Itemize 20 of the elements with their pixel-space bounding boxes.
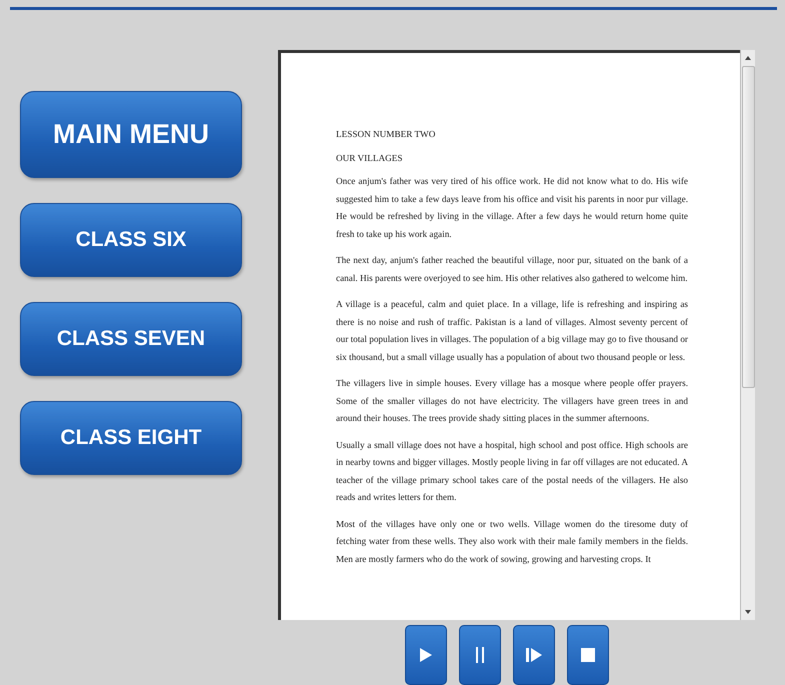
- lesson-heading: LESSON NUMBER TWO: [336, 128, 436, 141]
- step-forward-button[interactable]: [512, 625, 554, 685]
- scroll-thumb[interactable]: [742, 66, 754, 388]
- menu-button[interactable]: CLASS SIX: [20, 203, 242, 277]
- paragraph: Most of the villages have only one or two wells. Village women do the tiresome duty of fetching water from these wells. They also work with their male family members in the fields. Men are mostly farmers who do the work of sowing, growing and harvesting crops. It: [336, 518, 688, 566]
- lesson-title: OUR VILLAGES: [336, 152, 404, 164]
- pause-button[interactable]: [458, 625, 500, 685]
- paragraph: The villagers live in simple houses. Every village has a mosque where people offer prayers. Some of the smaller villages do not have electricity. The villagers have green trees in and around their houses. The trees provide shady sitting places in the summer afternoons.: [336, 377, 688, 425]
- paragraph: A village is a peaceful, calm and quiet place. In a village, life is refreshing and inspiring as there is no noise and rush of traffic. Pakistan is a land of villages. Almost seventy percent of our total population lives in villages. The population of a big village may go to five thousand or six thousand, but a small village usually has a population of about two thousand people or less.: [336, 298, 688, 364]
- paragraph: The next day, anjum's father reached the beautiful village, noor pur, situated on the bank of a canal. His parents were overjoyed to see him. His other relatives also gathered to welcome him.: [336, 254, 688, 285]
- scroll-up-icon[interactable]: [745, 56, 751, 60]
- menu-button[interactable]: MAIN MENU: [20, 91, 242, 178]
- play-button[interactable]: [404, 625, 446, 685]
- menu-button[interactable]: CLASS EIGHT: [20, 401, 242, 475]
- scrollbar[interactable]: [740, 50, 755, 620]
- paragraph: Once anjum's father was very tired of his office work. He did not know what to do. His wife suggested him to take a few days leave from his office and visit his parents in noor pur village. He would be refreshed by living in the village. After a few days he would return home quite fresh to take up his work again.: [336, 175, 688, 241]
- stop-button[interactable]: [566, 625, 608, 685]
- menu-button[interactable]: CLASS SEVEN: [20, 302, 242, 376]
- paragraph: Usually a small village does not have a hospital, high school and post office. High schools are in nearby towns and bigger villages. Mostly people living in far off villages are not educated. A teacher of the village primary school takes care of the postal needs of the villagers. He also reads and writes letters for them.: [336, 438, 688, 504]
- scroll-down-icon[interactable]: [745, 610, 751, 614]
